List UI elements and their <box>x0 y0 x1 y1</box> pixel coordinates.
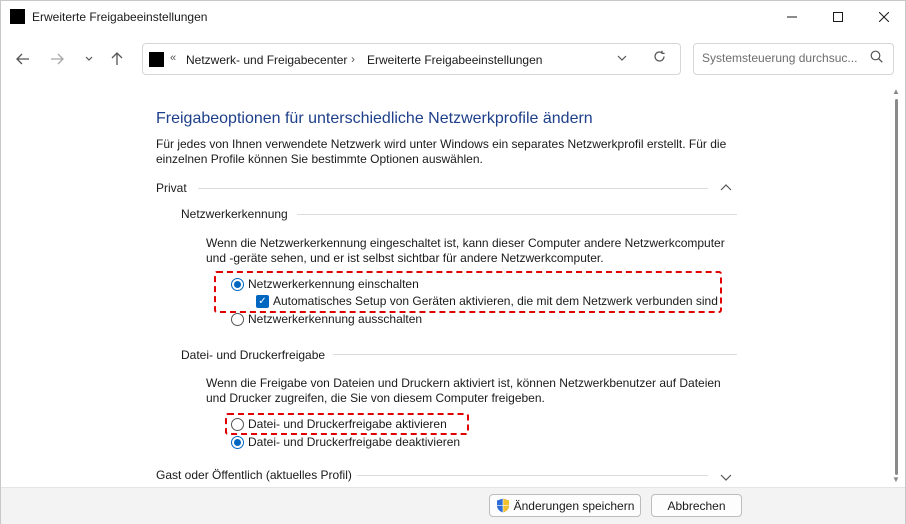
window-title: Erweiterte Freigabeeinstellungen <box>32 10 208 24</box>
auto-setup-option[interactable]: ✓ Automatisches Setup von Geräten aktivi… <box>256 294 718 308</box>
close-icon <box>879 11 889 22</box>
back-button[interactable] <box>11 47 35 71</box>
network-discovery-title: Netzwerkerkennung <box>181 207 288 221</box>
section-private-title[interactable]: Privat <box>156 181 187 195</box>
refresh-icon <box>654 50 665 62</box>
save-changes-label: Änderungen speichern <box>513 498 635 513</box>
dropdown-chevron-icon <box>617 55 627 61</box>
search-box[interactable] <box>693 43 894 75</box>
network-discovery-description: Wenn die Netzwerkerkennung eingeschaltet… <box>206 236 725 265</box>
button-bar: Änderungen speichern Abbrechen <box>1 487 905 524</box>
up-arrow-icon <box>111 52 123 65</box>
minimize-button[interactable] <box>769 1 815 32</box>
breadcrumb-network-center[interactable]: Netzwerk- und Freigabecenter <box>186 53 347 67</box>
vertical-scrollbar[interactable]: ▲ ▼ <box>889 85 905 487</box>
breadcrumb-separator-icon[interactable]: › <box>351 52 355 66</box>
discovery-on-option[interactable]: Netzwerkerkennung einschalten <box>231 277 419 291</box>
control-panel-icon <box>149 52 164 67</box>
address-dropdown-button[interactable] <box>617 52 627 64</box>
recent-locations-chevron-icon <box>85 56 93 61</box>
maximize-button[interactable] <box>815 1 861 32</box>
page-title: Freigabeoptionen für unterschiedliche Ne… <box>156 110 593 127</box>
app-icon <box>10 9 25 24</box>
scroll-thumb[interactable] <box>895 99 898 475</box>
minimize-icon <box>787 16 797 17</box>
scroll-up-arrow-icon[interactable]: ▲ <box>892 87 900 96</box>
recent-locations-button[interactable] <box>77 47 101 71</box>
section-guest-divider <box>357 475 708 476</box>
discovery-off-radio[interactable] <box>231 312 244 326</box>
forward-button[interactable] <box>45 47 69 71</box>
sharing-on-label[interactable]: Datei- und Druckerfreigabe aktivieren <box>248 417 447 431</box>
sharing-off-radio[interactable] <box>231 435 244 449</box>
navigation-bar: « Netzwerk- und Freigabecenter › Erweite… <box>1 32 905 85</box>
network-discovery-divider <box>297 214 737 215</box>
sharing-off-option[interactable]: Datei- und Druckerfreigabe deaktivieren <box>231 435 460 449</box>
chevron-up-icon <box>720 184 732 191</box>
search-input[interactable] <box>702 51 862 65</box>
up-button[interactable] <box>105 47 129 71</box>
sharing-on-option[interactable]: Datei- und Druckerfreigabe aktivieren <box>231 417 447 431</box>
file-sharing-description: Wenn die Freigabe von Dateien und Drucke… <box>206 376 721 405</box>
address-bar[interactable]: « Netzwerk- und Freigabecenter › Erweite… <box>142 43 681 75</box>
file-sharing-divider <box>333 354 737 355</box>
overflow-chevron-icon[interactable]: « <box>170 52 176 64</box>
auto-setup-checkbox[interactable]: ✓ <box>256 294 269 308</box>
close-button[interactable] <box>861 1 906 32</box>
section-private-divider <box>198 188 708 189</box>
discovery-off-option[interactable]: Netzwerkerkennung ausschalten <box>231 312 422 326</box>
discovery-off-label[interactable]: Netzwerkerkennung ausschalten <box>248 312 422 326</box>
breadcrumb-advanced-sharing[interactable]: Erweiterte Freigabeeinstellungen <box>367 53 542 67</box>
cancel-button[interactable]: Abbrechen <box>651 494 742 517</box>
cancel-label: Abbrechen <box>667 498 726 513</box>
scroll-down-arrow-icon[interactable]: ▼ <box>892 475 900 484</box>
sharing-on-radio[interactable] <box>231 417 244 431</box>
uac-shield-icon <box>496 498 509 513</box>
back-arrow-icon <box>16 53 29 65</box>
save-changes-button[interactable]: Änderungen speichern <box>489 494 641 517</box>
chevron-down-icon <box>720 474 732 481</box>
collapse-private-button[interactable] <box>720 180 732 194</box>
search-icon[interactable] <box>870 50 883 66</box>
forward-arrow-icon <box>51 53 64 65</box>
section-guest-title[interactable]: Gast oder Öffentlich (aktuelles Profil) <box>156 468 352 482</box>
expand-guest-button[interactable] <box>720 471 732 485</box>
sharing-off-label[interactable]: Datei- und Druckerfreigabe deaktivieren <box>248 435 460 449</box>
intro-text: Für jedes von Ihnen verwendete Netzwerk … <box>156 137 727 166</box>
discovery-on-radio[interactable] <box>231 277 244 291</box>
refresh-button[interactable] <box>653 50 666 66</box>
advanced-sharing-settings-window: Erweiterte Freigabeeinstellungen « Netzw… <box>0 0 906 524</box>
discovery-on-label[interactable]: Netzwerkerkennung einschalten <box>248 277 419 291</box>
file-sharing-title: Datei- und Druckerfreigabe <box>181 348 326 362</box>
maximize-icon <box>833 11 843 22</box>
settings-content: Freigabeoptionen für unterschiedliche Ne… <box>1 85 889 487</box>
title-bar: Erweiterte Freigabeeinstellungen <box>1 1 905 32</box>
auto-setup-label[interactable]: Automatisches Setup von Geräten aktivier… <box>273 294 718 308</box>
